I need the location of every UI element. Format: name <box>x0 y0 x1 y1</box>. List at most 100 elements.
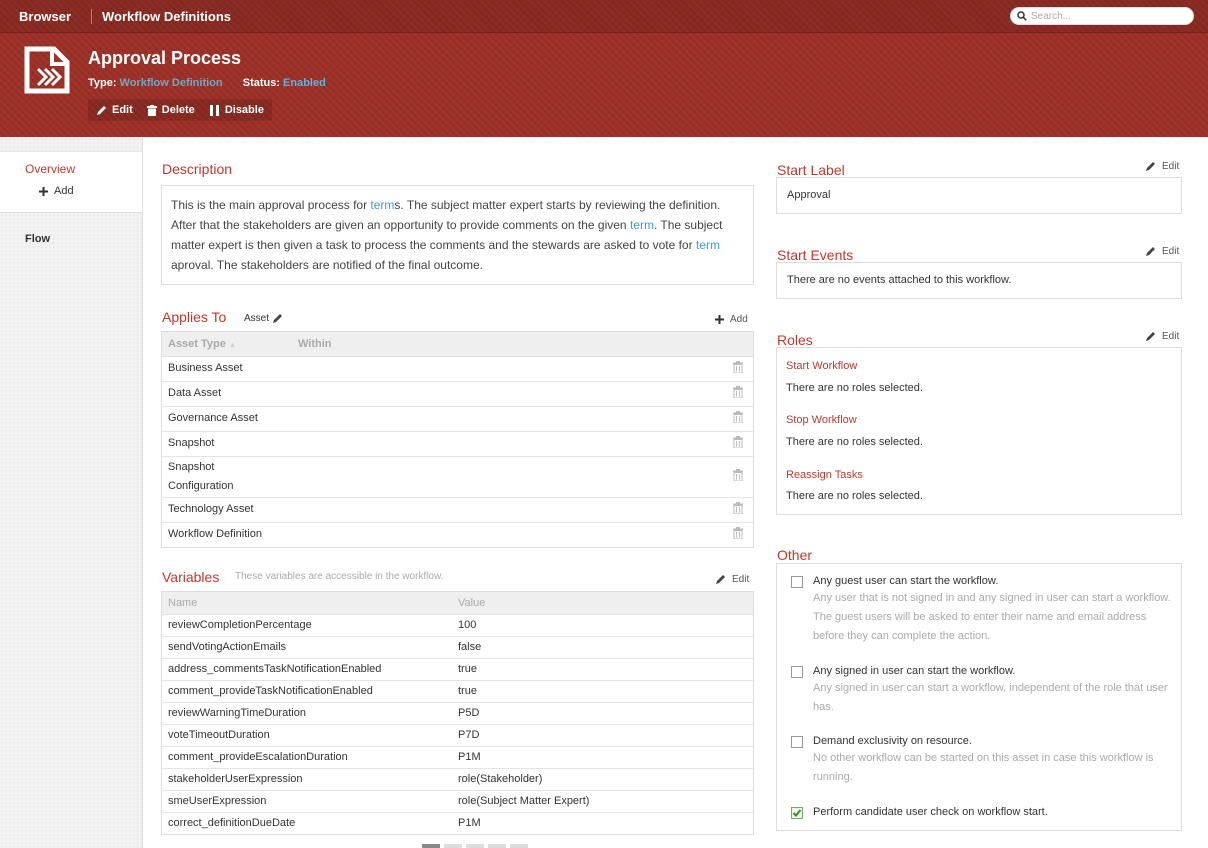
page-dot[interactable] <box>488 844 506 848</box>
start-events-edit-button[interactable]: Edit <box>1145 246 1179 257</box>
applies-to-add-button[interactable]: Add <box>715 314 748 325</box>
sidebar-overview-section: Overview Add <box>0 151 142 213</box>
guest-user-checkbox[interactable] <box>791 576 803 588</box>
description-part: aproval. The stakeholders are notified o… <box>171 258 483 272</box>
start-events-heading: Start Events <box>777 247 854 263</box>
term-link[interactable]: term <box>370 198 394 212</box>
candidate-check-checkbox[interactable] <box>791 807 803 819</box>
trash-icon[interactable] <box>733 469 743 482</box>
trash-icon <box>146 104 157 116</box>
status-value: Enabled <box>283 77 326 89</box>
asset-type-cell: Business Asset <box>162 355 292 381</box>
table-row: Snapshot Configuration <box>162 455 753 497</box>
asset-type-name: Snapshot Configuration <box>168 460 234 492</box>
search-icon <box>1017 11 1027 21</box>
type-value[interactable]: Workflow Definition <box>120 77 223 89</box>
page-title: Approval Process <box>88 48 242 68</box>
role-stop-workflow-value: There are no roles selected. <box>786 436 923 448</box>
page-dot[interactable] <box>510 844 528 848</box>
variable-name: reviewCompletionPercentage <box>162 613 452 636</box>
variables-heading: Variables <box>162 569 220 585</box>
trash-icon[interactable] <box>733 361 743 374</box>
pencil-icon <box>1146 247 1155 256</box>
page-dot[interactable] <box>444 844 462 848</box>
option-description: Any signed in user can start a workflow,… <box>813 682 1168 713</box>
checkmark-icon <box>792 809 802 817</box>
column-header-within: Within <box>292 332 753 356</box>
start-label-heading: Start Label <box>777 162 845 178</box>
page-dot[interactable] <box>466 844 484 848</box>
trash-icon[interactable] <box>733 411 743 424</box>
pencil-icon <box>97 105 106 115</box>
sidebar-add-button[interactable]: Add <box>39 185 74 197</box>
role-reassign-tasks-title: Reassign Tasks <box>786 469 863 481</box>
edit-button[interactable]: Edit <box>96 104 133 116</box>
within-cell <box>292 355 753 381</box>
start-events-edit-label: Edit <box>1162 246 1180 257</box>
sidebar-item-overview[interactable]: Overview <box>25 162 75 176</box>
trash-icon[interactable] <box>733 502 743 515</box>
option-label: Any guest user can start the workflow. <box>813 575 999 587</box>
start-label-value: Approval <box>787 189 831 201</box>
breadcrumb-workflow-definitions[interactable]: Workflow Definitions <box>102 9 231 24</box>
within-cell <box>292 430 753 456</box>
asset-type-name: Business Asset <box>168 362 243 374</box>
sidebar-item-flow[interactable]: Flow <box>25 233 50 245</box>
option-label: Any signed in user can start the workflo… <box>813 665 1016 677</box>
table-row: stakeholderUserExpression role(Stakeholde… <box>162 767 753 790</box>
applies-to-heading: Applies To <box>162 309 227 325</box>
variable-name: comment_provideEscalationDuration <box>162 745 452 768</box>
delete-button[interactable]: Delete <box>146 104 195 116</box>
start-events-value: There are no events attached to this wor… <box>787 274 1012 286</box>
asset-type-cell: Snapshot <box>162 430 292 456</box>
variable-value: P1M <box>452 745 753 768</box>
asset-type-name: Technology Asset <box>168 503 254 515</box>
table-row: Governance Asset <box>162 405 753 431</box>
table-row: correct_definitionDueDate P1M <box>162 811 753 834</box>
within-cell <box>292 405 753 431</box>
asset-scope-selector[interactable]: Asset <box>244 313 283 324</box>
option-description: No other workflow can be started on this… <box>813 752 1154 783</box>
delete-button-label: Delete <box>161 104 195 116</box>
pagination <box>422 844 528 848</box>
plus-icon <box>715 315 724 324</box>
table-row: Snapshot <box>162 430 753 456</box>
term-link[interactable]: term <box>696 238 720 252</box>
roles-edit-button[interactable]: Edit <box>1145 331 1179 342</box>
status-label: Status: <box>242 77 281 89</box>
disable-button[interactable]: Disable <box>209 104 264 116</box>
sidebar-add-label: Add <box>54 185 74 197</box>
roles-edit-label: Edit <box>1162 331 1180 342</box>
header-actions: Edit Delete Disable <box>88 99 272 121</box>
page-dot[interactable] <box>422 844 440 848</box>
option-label: Perform candidate user check on workflow… <box>813 806 1048 818</box>
header-banner: Browser Workflow Definitions Approval Pr… <box>0 0 1208 137</box>
variable-value: P5D <box>452 701 753 724</box>
variable-name: address_commentsTaskNotificationEnabled <box>162 657 452 680</box>
edit-button-label: Edit <box>112 104 133 116</box>
trash-icon[interactable] <box>733 386 743 399</box>
variable-name: correct_definitionDueDate <box>162 811 452 834</box>
variables-edit-button[interactable]: Edit <box>715 574 749 585</box>
search-input[interactable] <box>1031 9 1189 23</box>
trash-icon[interactable] <box>733 527 743 540</box>
variable-name: reviewWarningTimeDuration <box>162 701 452 724</box>
table-row: comment_provideEscalationDuration P1M <box>162 745 753 768</box>
browser-link[interactable]: Browser <box>19 9 71 24</box>
exclusivity-checkbox[interactable] <box>791 736 803 748</box>
search-box[interactable] <box>1010 7 1194 25</box>
column-header-asset-type[interactable]: Asset Type ▲ <box>162 332 292 356</box>
term-link[interactable]: term <box>630 218 654 232</box>
variable-value: true <box>452 657 753 680</box>
start-label-edit-button[interactable]: Edit <box>1145 161 1179 172</box>
sidebar: Overview Add Flow <box>0 137 143 848</box>
trash-icon[interactable] <box>733 436 743 449</box>
signed-in-user-checkbox[interactable] <box>791 666 803 678</box>
table-row: Business Asset <box>162 355 753 381</box>
variable-name: smeUserExpression <box>162 789 452 812</box>
top-nav: Browser Workflow Definitions <box>0 0 1208 33</box>
other-heading: Other <box>777 547 813 563</box>
table-row: reviewCompletionPercentage 100 <box>162 613 753 636</box>
asset-type-cell: Governance Asset <box>162 405 292 431</box>
roles-heading: Roles <box>777 332 813 348</box>
